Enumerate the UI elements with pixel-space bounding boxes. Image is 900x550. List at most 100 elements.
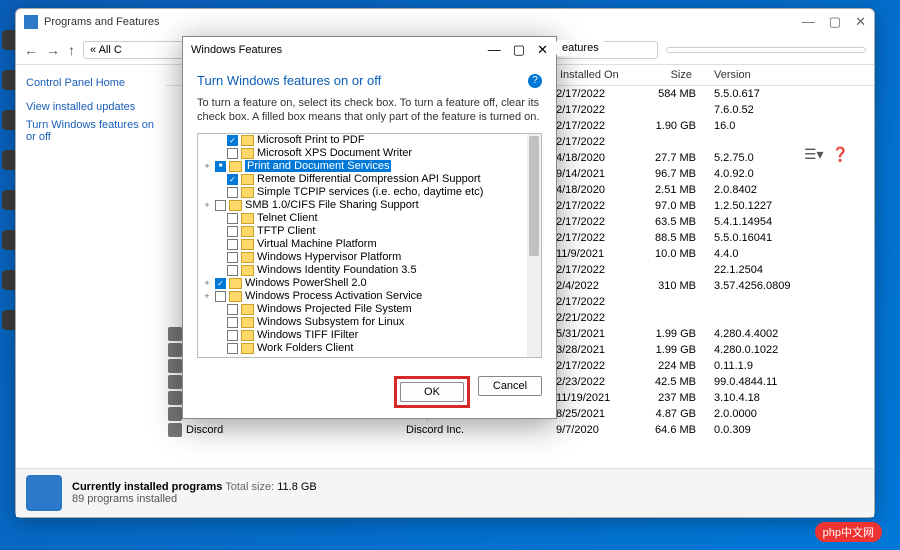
col-version[interactable]: Version <box>696 67 874 83</box>
feature-label: Telnet Client <box>257 212 318 224</box>
feature-item[interactable]: Windows Identity Foundation 3.5 <box>198 264 541 277</box>
status-icon <box>26 475 62 511</box>
feature-checkbox[interactable] <box>227 265 238 276</box>
folder-icon <box>241 330 254 341</box>
feature-checkbox[interactable] <box>227 226 238 237</box>
feature-item[interactable]: Windows Subsystem for Linux <box>198 316 541 329</box>
feature-checkbox[interactable] <box>227 135 238 146</box>
feature-item[interactable]: + Windows PowerShell 2.0 <box>198 277 541 290</box>
folder-icon <box>241 187 254 198</box>
folder-icon <box>241 174 254 185</box>
feature-checkbox[interactable] <box>227 239 238 250</box>
feature-checkbox[interactable] <box>227 148 238 159</box>
col-installed[interactable]: Installed On <box>556 67 631 83</box>
feature-checkbox[interactable] <box>227 174 238 185</box>
feature-item[interactable]: Virtual Machine Platform <box>198 238 541 251</box>
window-icon <box>24 15 38 29</box>
ok-highlight: OK <box>394 376 470 408</box>
folder-icon <box>241 317 254 328</box>
forward-button[interactable]: → <box>46 42 60 58</box>
feature-checkbox[interactable] <box>227 304 238 315</box>
feature-label: Windows Subsystem for Linux <box>257 316 404 328</box>
feature-item[interactable]: Windows TIFF IFilter <box>198 329 541 342</box>
folder-icon <box>229 291 242 302</box>
col-size[interactable]: Size <box>631 67 696 83</box>
folder-icon <box>241 252 254 263</box>
folder-icon <box>229 278 242 289</box>
window-title: Programs and Features <box>44 16 802 28</box>
feature-item[interactable]: TFTP Client <box>198 225 541 238</box>
close-button[interactable]: ✕ <box>855 14 866 30</box>
titlebar: Programs and Features — ▢ ✕ <box>16 9 874 35</box>
feature-label: Windows Projected File System <box>257 303 412 315</box>
feature-item[interactable]: Windows Projected File System <box>198 303 541 316</box>
feature-item[interactable]: + Print and Document Services <box>198 160 541 173</box>
expand-icon[interactable]: + <box>202 161 212 171</box>
feature-label: Virtual Machine Platform <box>257 238 377 250</box>
feature-checkbox[interactable] <box>215 200 226 211</box>
feature-item[interactable]: + SMB 1.0/CIFS File Sharing Support <box>198 199 541 212</box>
folder-icon <box>241 148 254 159</box>
feature-label: Print and Document Services <box>245 160 391 172</box>
feature-item[interactable]: + Windows Process Activation Service <box>198 290 541 303</box>
folder-icon <box>241 226 254 237</box>
feature-checkbox[interactable] <box>215 161 226 172</box>
expand-icon[interactable]: + <box>202 278 212 288</box>
ok-button[interactable]: OK <box>400 382 464 402</box>
expand-icon[interactable]: + <box>202 291 212 301</box>
table-row[interactable]: DiscordDiscord Inc.9/7/202064.6 MB0.0.30… <box>166 422 874 438</box>
feature-checkbox[interactable] <box>215 278 226 289</box>
folder-icon <box>229 200 242 211</box>
folder-icon <box>229 161 242 172</box>
dialog-close-button[interactable]: ✕ <box>537 42 548 58</box>
feature-checkbox[interactable] <box>227 213 238 224</box>
feature-checkbox[interactable] <box>215 291 226 302</box>
tree-scrollbar[interactable] <box>527 134 541 357</box>
feature-item[interactable]: Telnet Client <box>198 212 541 225</box>
view-updates-link[interactable]: View installed updates <box>26 101 156 113</box>
feature-label: Windows PowerShell 2.0 <box>245 277 367 289</box>
windows-features-dialog: Windows Features — ▢ ✕ Turn Windows feat… <box>182 36 557 419</box>
feature-checkbox[interactable] <box>227 343 238 354</box>
feature-checkbox[interactable] <box>227 252 238 263</box>
view-options-icon[interactable]: ☰▾ <box>804 146 824 163</box>
up-button[interactable]: ↑ <box>68 42 75 58</box>
control-panel-home-link[interactable]: Control Panel Home <box>26 77 156 89</box>
feature-item[interactable]: Microsoft XPS Document Writer <box>198 147 541 160</box>
feature-item[interactable]: Remote Differential Compression API Supp… <box>198 173 541 186</box>
dialog-titlebar: Windows Features — ▢ ✕ <box>183 37 556 63</box>
feature-checkbox[interactable] <box>227 330 238 341</box>
feature-label: Windows Process Activation Service <box>245 290 422 302</box>
feature-checkbox[interactable] <box>227 187 238 198</box>
turn-features-link[interactable]: Turn Windows features on or off <box>26 119 156 143</box>
folder-icon <box>241 213 254 224</box>
feature-label: SMB 1.0/CIFS File Sharing Support <box>245 199 419 211</box>
feature-item[interactable]: Microsoft Print to PDF <box>198 134 541 147</box>
feature-label: Microsoft XPS Document Writer <box>257 147 412 159</box>
search-input[interactable] <box>666 47 866 53</box>
back-button[interactable]: ← <box>24 42 38 58</box>
maximize-button[interactable]: ▢ <box>829 14 841 30</box>
feature-item[interactable]: Simple TCPIP services (i.e. echo, daytim… <box>198 186 541 199</box>
watermark: php中文网 <box>815 522 882 542</box>
minimize-button[interactable]: — <box>802 14 815 30</box>
cancel-button[interactable]: Cancel <box>478 376 542 396</box>
dialog-maximize-button[interactable]: ▢ <box>513 42 525 58</box>
feature-tree[interactable]: Microsoft Print to PDFMicrosoft XPS Docu… <box>197 133 542 358</box>
expand-icon[interactable]: + <box>202 200 212 210</box>
feature-item[interactable]: Windows Hypervisor Platform <box>198 251 541 264</box>
feature-label: Windows Identity Foundation 3.5 <box>257 264 417 276</box>
help-icon[interactable]: ❓ <box>832 146 849 163</box>
breadcrumb-rest: eatures <box>556 40 604 56</box>
feature-label: Windows Hypervisor Platform <box>257 251 401 263</box>
feature-item[interactable]: Work Folders Client <box>198 342 541 355</box>
feature-checkbox[interactable] <box>227 317 238 328</box>
dialog-help-icon[interactable]: ? <box>528 74 542 88</box>
folder-icon <box>241 135 254 146</box>
folder-icon <box>241 343 254 354</box>
sidebar: Control Panel Home View installed update… <box>16 65 166 468</box>
status-bar: Currently installed programs Total size:… <box>16 468 874 517</box>
feature-label: Work Folders Client <box>257 342 353 354</box>
folder-icon <box>241 239 254 250</box>
dialog-minimize-button[interactable]: — <box>488 42 501 58</box>
